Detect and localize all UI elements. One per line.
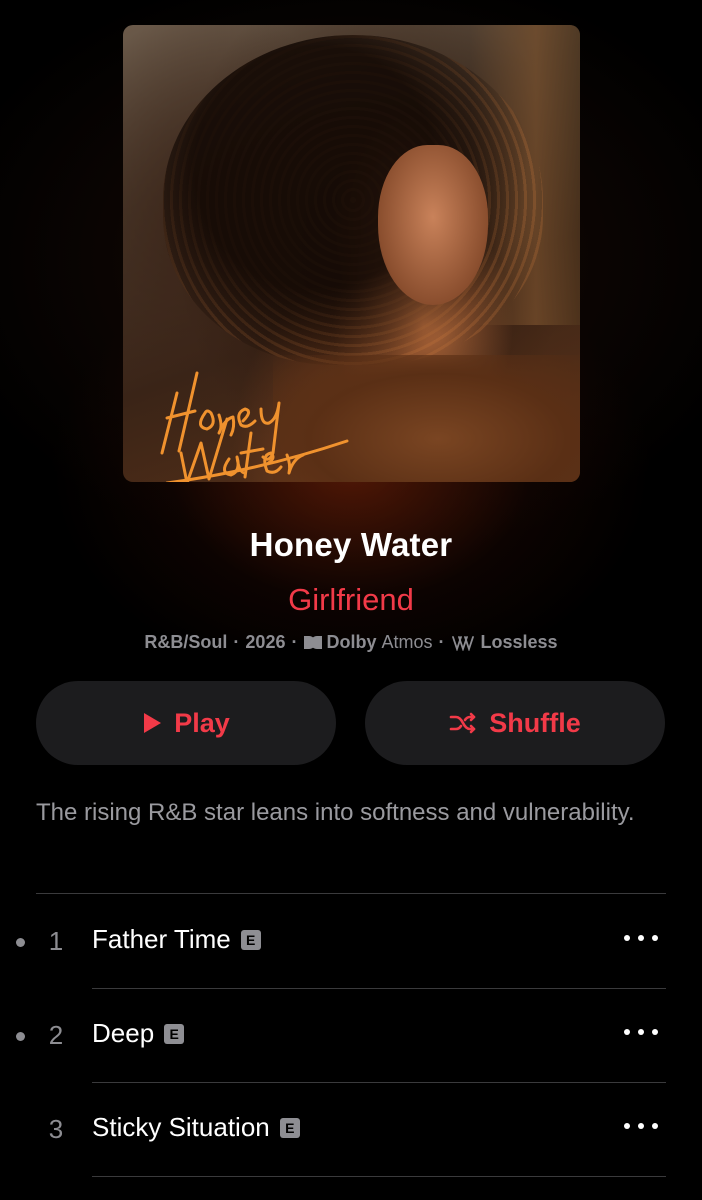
genre-label: R&B/Soul [144,631,228,652]
album-artwork[interactable] [123,25,580,482]
more-icon[interactable] [624,1027,658,1037]
explicit-badge: E [164,1024,185,1044]
explicit-badge: E [240,930,261,950]
track-title-container: Father Time E [92,924,261,955]
album-description[interactable]: The rising R&B star leans into softness … [36,794,656,832]
explicit-badge: E [279,1118,300,1138]
shuffle-button[interactable]: Shuffle [365,681,665,765]
dolby-atmos-badge[interactable]: Dolby Atmos [303,631,433,653]
year-label: 2026 [245,631,286,652]
more-icon[interactable] [624,1121,658,1131]
atmos-label: Atmos [381,631,433,652]
lossless-label: Lossless [480,631,558,652]
artwork-face [378,145,488,305]
track-row[interactable]: 3 Sticky Situation E [0,1083,702,1177]
artwork-signature-logo [160,371,349,482]
track-row[interactable]: 2 Deep E [0,989,702,1083]
lossless-badge[interactable]: Lossless [451,632,558,653]
album-metadata: R&B/Soul · 2026 · Dolby Atmos · Lossless [0,630,702,654]
track-title: Father Time [92,924,231,954]
track-title-container: Deep E [92,1018,185,1049]
shuffle-icon [449,712,476,734]
play-icon [144,713,162,733]
tracklist-divider [36,893,666,894]
meta-separator: · [233,631,240,652]
track-title: Sticky Situation [92,1112,270,1142]
album-title: Honey Water [249,526,453,563]
track-row[interactable]: 1 Father Time E [0,895,702,989]
shuffle-button-label: Shuffle [489,707,581,738]
artist-name-link[interactable]: Girlfriend [0,582,702,618]
downloaded-dot [16,938,25,947]
more-icon[interactable] [624,933,658,943]
meta-separator: · [291,631,298,652]
track-number: 1 [48,926,64,956]
track-number: 2 [48,1020,64,1050]
track-title: Deep [92,1018,155,1048]
row-divider [92,1176,666,1177]
play-button-label: Play [174,707,230,738]
dolby-icon [304,636,323,650]
downloaded-dot [16,1032,25,1041]
track-number: 3 [48,1114,64,1144]
play-button[interactable]: Play [36,681,336,765]
meta-separator: · [438,631,445,652]
dolby-label: Dolby [326,631,377,652]
lossless-icon [451,635,474,651]
track-title-container: Sticky Situation E [92,1112,300,1143]
